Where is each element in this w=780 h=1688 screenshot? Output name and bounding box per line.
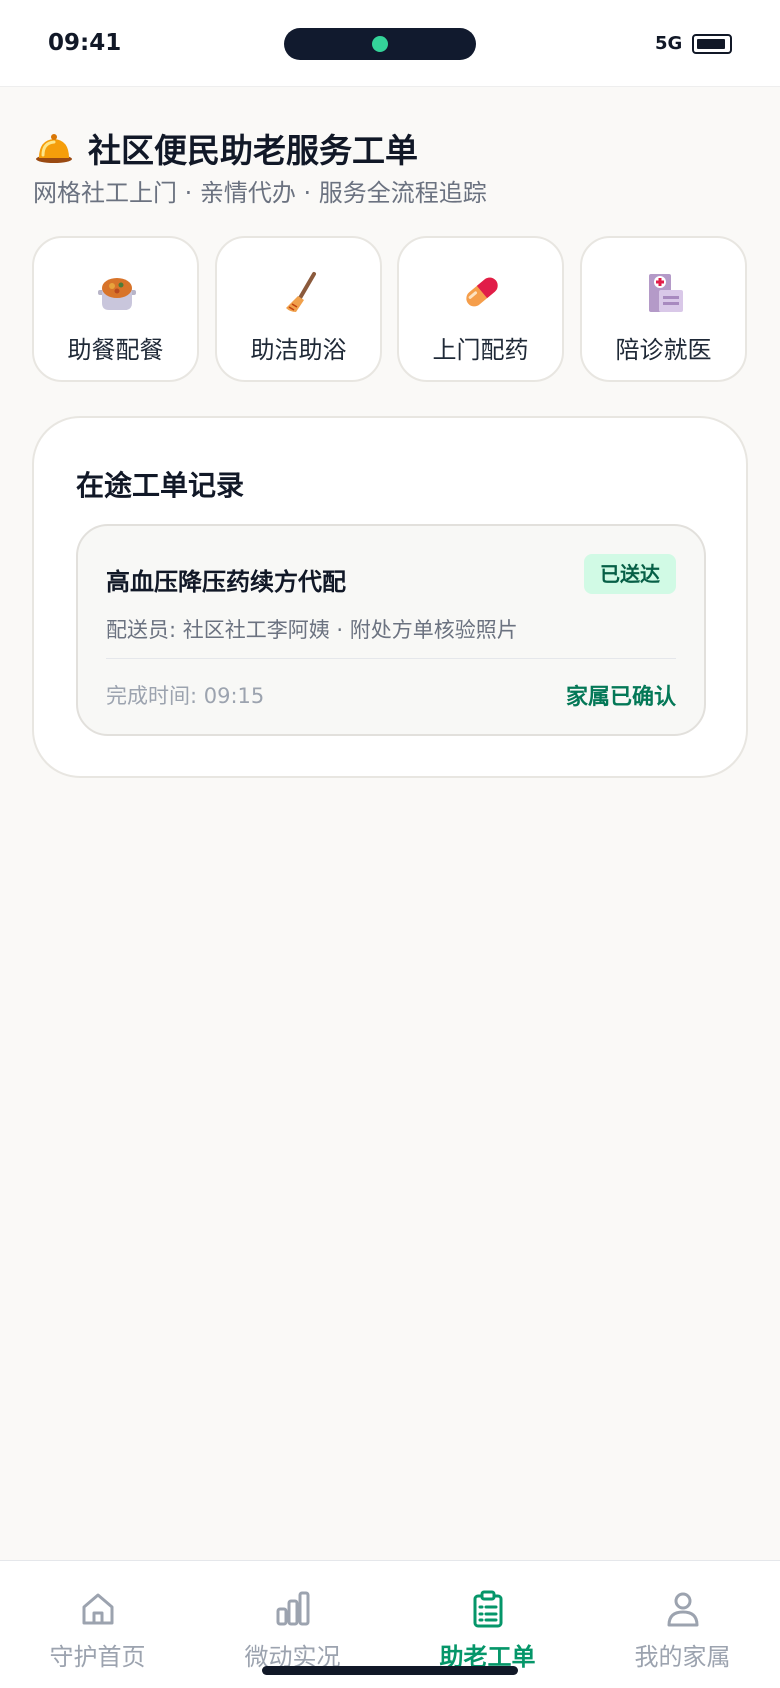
- order-meta: 配送员: 社区社工李阿姨 · 附处方单核验照片: [106, 618, 518, 642]
- status-time: 09:41: [48, 30, 122, 56]
- order-title: 高血压降压药续方代配: [106, 568, 346, 596]
- service-tile-cleaning[interactable]: 助洁助浴: [215, 236, 382, 382]
- service-tile-hospital[interactable]: 陪诊就医: [580, 236, 747, 382]
- camera-indicator-dot: [372, 36, 388, 52]
- order-card[interactable]: 高血压降压药续方代配 已送达 配送员: 社区社工李阿姨 · 附处方单核验照片 完…: [76, 524, 706, 736]
- dynamic-island: [284, 28, 476, 60]
- records-card: 在途工单记录 高血压降压药续方代配 已送达 配送员: 社区社工李阿姨 · 附处方…: [32, 416, 748, 778]
- page-title-row: 社区便民助老服务工单: [34, 124, 418, 172]
- service-bell-icon: [36, 134, 72, 163]
- battery-icon: [692, 34, 732, 54]
- meal-pot-icon: [98, 278, 136, 310]
- records-title: 在途工单记录: [76, 469, 245, 502]
- person-icon: [667, 1592, 699, 1627]
- pill-icon: [466, 277, 498, 307]
- page-subtitle: 网格社工上门 · 亲情代办 · 服务全流程追踪: [33, 179, 487, 207]
- service-label: 助餐配餐: [67, 336, 164, 364]
- order-completion-time: 完成时间: 09:15: [106, 684, 265, 708]
- bar-chart-icon: [276, 1591, 310, 1626]
- status-badge: 已送达: [584, 554, 676, 594]
- service-label: 上门配药: [432, 336, 529, 364]
- nav-item-family[interactable]: 我的家属: [585, 1561, 780, 1688]
- service-tiles: 助餐配餐 助洁助浴 上门配药 陪诊就医: [32, 236, 748, 384]
- home-icon: [82, 1593, 114, 1625]
- nav-item-home[interactable]: 守护首页: [0, 1561, 195, 1688]
- network-label: 5G: [655, 33, 683, 54]
- home-indicator[interactable]: [262, 1666, 518, 1675]
- app-screen: 09:41 5G 社区便民助老服务工单 网格社工上门 · 亲情代办 · 服务全流…: [0, 0, 780, 1688]
- clipboard-icon: [473, 1590, 503, 1628]
- broom-icon: [286, 272, 316, 312]
- nav-label: 守护首页: [49, 1643, 146, 1671]
- nav-label: 我的家属: [634, 1643, 731, 1671]
- service-label: 陪诊就医: [615, 336, 712, 364]
- status-bar: 09:41 5G: [0, 0, 780, 87]
- divider: [106, 658, 676, 659]
- page-title: 社区便民助老服务工单: [88, 131, 418, 170]
- service-tile-medicine[interactable]: 上门配药: [397, 236, 564, 382]
- service-tile-meal[interactable]: 助餐配餐: [32, 236, 199, 382]
- service-label: 助洁助浴: [250, 336, 347, 364]
- hospital-icon: [649, 274, 683, 312]
- family-confirm-status: 家属已确认: [565, 685, 676, 710]
